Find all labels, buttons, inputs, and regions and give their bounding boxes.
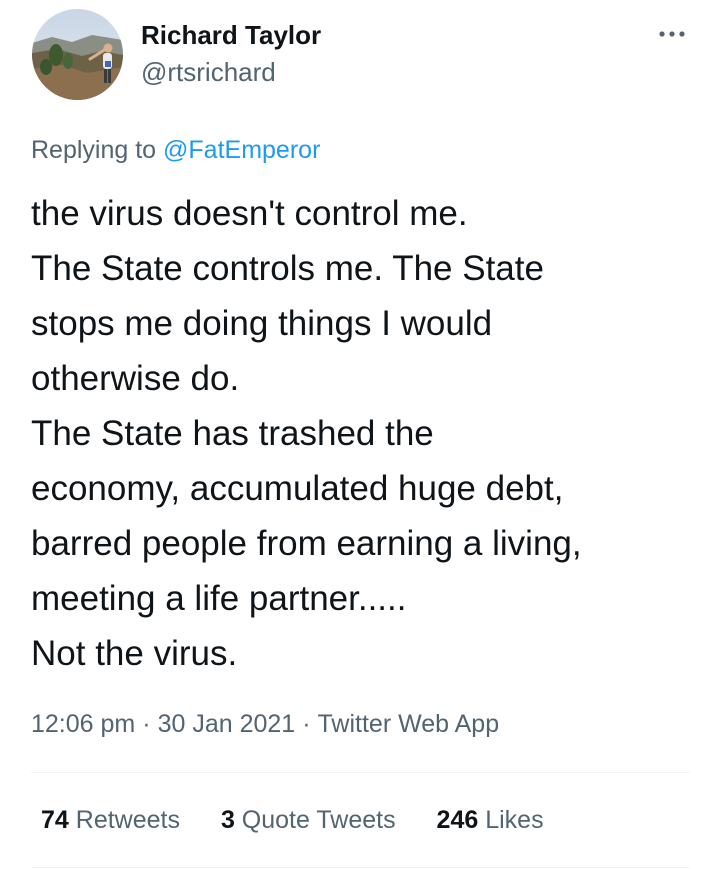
tweet-text-line: barred people from earning a living, (31, 524, 582, 563)
replying-to-handle-link[interactable]: @FatEmperor (163, 136, 320, 164)
divider (31, 772, 690, 773)
avatar[interactable] (32, 9, 123, 100)
author-display-name[interactable]: Richard Taylor (141, 18, 321, 52)
retweets-label: Retweets (75, 806, 180, 834)
tweet-time-link[interactable]: 12:06 pm (31, 710, 135, 738)
likes-stat[interactable]: 246 Likes (437, 803, 544, 837)
tweet-detail: Richard Taylor @rtsrichard Replying to @… (0, 0, 720, 869)
more-options-button[interactable] (650, 22, 694, 46)
quote-tweets-stat[interactable]: 3 Quote Tweets (221, 803, 396, 837)
tweet-text-line: The State has trashed the (31, 414, 434, 453)
divider (31, 867, 690, 868)
tweet-metadata: 12:06 pm · 30 Jan 2021 · Twitter Web App (31, 707, 499, 741)
tweet-text-line: The State controls me. The State (31, 249, 544, 288)
likes-label: Likes (485, 806, 544, 834)
profile-photo (32, 9, 123, 100)
more-horizontal-icon (659, 31, 685, 37)
tweet-text-line: meeting a life partner..... (31, 579, 407, 618)
tweet-source-link[interactable]: Twitter Web App (318, 710, 500, 738)
tweet-date-link[interactable]: 30 Jan 2021 (158, 710, 296, 738)
tweet-text-line: stops me doing things I would (31, 304, 493, 343)
retweets-count: 74 (41, 806, 69, 834)
quote-tweets-count: 3 (220, 806, 235, 834)
engagement-stats: 74 Retweets 3 Quote Tweets 246 Likes (41, 803, 578, 837)
quote-tweets-label: Quote Tweets (241, 806, 396, 834)
retweets-stat[interactable]: 74 Retweets (41, 803, 180, 837)
tweet-text-line: the virus doesn't control me. (31, 194, 468, 233)
meta-separator: · (142, 710, 151, 738)
replying-to: Replying to @FatEmperor (31, 133, 320, 167)
author-handle[interactable]: @rtsrichard (141, 55, 276, 89)
tweet-text-line: otherwise do. (31, 359, 240, 398)
replying-to-label: Replying to (31, 136, 157, 164)
tweet-text: the virus doesn't control me. The State … (31, 186, 701, 681)
tweet-text-line: Not the virus. (31, 634, 238, 673)
meta-separator: · (302, 710, 311, 738)
tweet-text-line: economy, accumulated huge debt, (31, 469, 564, 508)
likes-count: 246 (436, 806, 479, 834)
